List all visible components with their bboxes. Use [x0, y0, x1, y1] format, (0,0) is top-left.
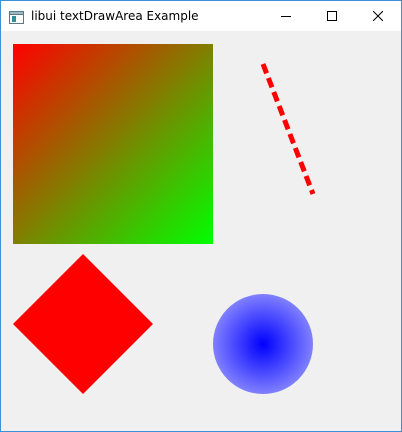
- title-bar[interactable]: libui textDrawArea Example: [1, 1, 401, 31]
- maximize-button[interactable]: [309, 1, 355, 31]
- minimize-button[interactable]: [263, 1, 309, 31]
- close-icon: [373, 11, 383, 21]
- maximize-icon: [327, 11, 337, 21]
- window-app-icon[interactable]: [9, 9, 24, 24]
- gradient-square: [13, 44, 213, 244]
- dashed-line: [260, 63, 316, 195]
- red-diamond: [13, 254, 153, 394]
- draw-area[interactable]: [1, 31, 401, 431]
- app-window: libui textDrawArea Example: [0, 0, 402, 432]
- close-button[interactable]: [355, 1, 401, 31]
- minimize-icon: [281, 16, 291, 17]
- radial-circle: [213, 294, 313, 394]
- window-title: libui textDrawArea Example: [31, 9, 199, 23]
- draw-area-canvas: [13, 44, 316, 394]
